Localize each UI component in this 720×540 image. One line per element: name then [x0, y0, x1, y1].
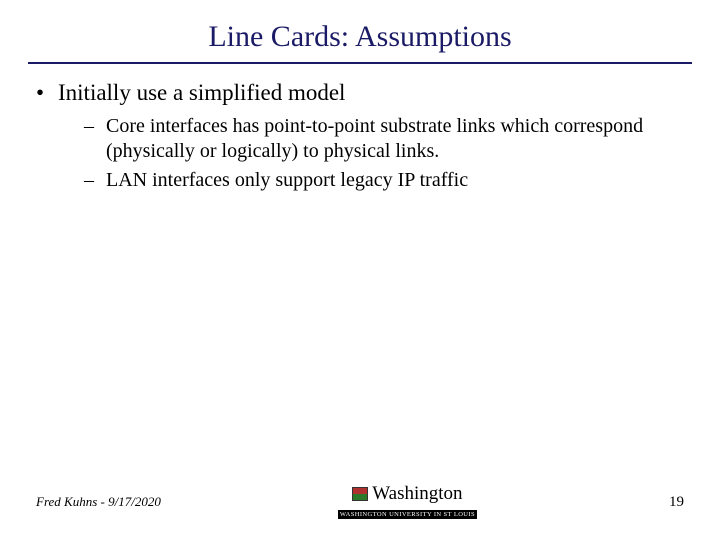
bullet-dash-icon: –	[84, 114, 106, 164]
bullet-dot-icon: •	[36, 80, 58, 106]
bullet-dash-icon: –	[84, 168, 106, 193]
bullet-text: Initially use a simplified model	[58, 80, 345, 106]
bullet-text: LAN interfaces only support legacy IP tr…	[106, 168, 468, 193]
page-number: 19	[654, 494, 684, 511]
footer-affiliation: Washington WASHINGTON UNIVERSITY IN ST L…	[338, 483, 477, 521]
crest-icon	[352, 487, 368, 501]
bullet-text: Core interfaces has point-to-point subst…	[106, 114, 684, 164]
slide-body: • Initially use a simplified model – Cor…	[0, 80, 720, 193]
slide: Line Cards: Assumptions • Initially use …	[0, 0, 720, 540]
slide-title: Line Cards: Assumptions	[0, 0, 720, 62]
university-name: Washington	[372, 483, 462, 505]
university-subtitle: WASHINGTON UNIVERSITY IN ST LOUIS	[338, 510, 477, 519]
title-underline	[28, 62, 692, 64]
slide-footer: Fred Kuhns - 9/17/2020 Washington WASHIN…	[0, 482, 720, 522]
bullet-level1: • Initially use a simplified model	[36, 80, 684, 106]
bullet-level2: – Core interfaces has point-to-point sub…	[84, 114, 684, 164]
bullet-level2: – LAN interfaces only support legacy IP …	[84, 168, 684, 193]
footer-author-date: Fred Kuhns - 9/17/2020	[36, 494, 161, 510]
